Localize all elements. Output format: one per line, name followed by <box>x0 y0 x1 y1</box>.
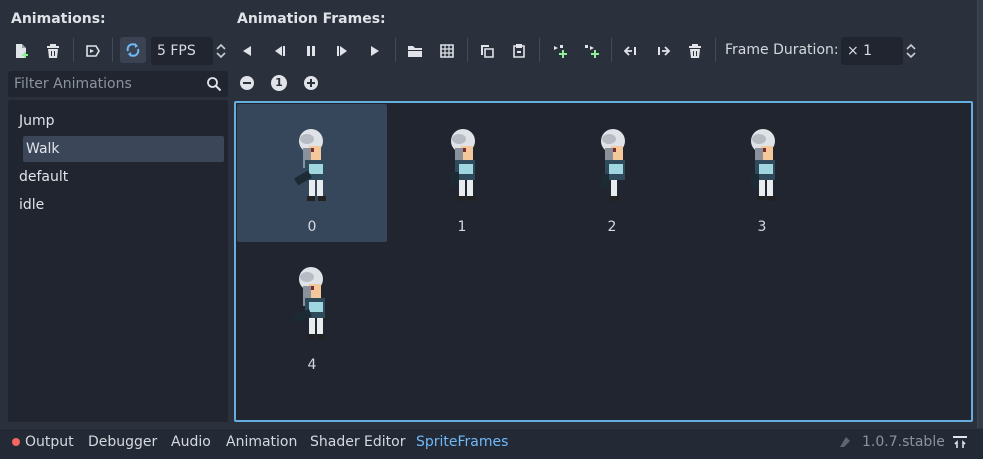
move-left-icon <box>623 46 636 56</box>
tab-audio[interactable]: Audio <box>171 434 211 450</box>
animation-item-jump[interactable]: Jump <box>16 108 217 134</box>
animation-item-idle[interactable]: idle <box>16 192 217 218</box>
grid-icon <box>440 44 454 58</box>
filter-placeholder: Filter Animations <box>14 76 132 92</box>
version-label: 1.0.7.stable <box>862 434 945 450</box>
frame-index: 0 <box>307 219 317 235</box>
insert-before-icon <box>554 45 567 58</box>
tab-output[interactable]: Output <box>25 434 74 450</box>
zoom-reset-button[interactable]: 1 <box>271 75 287 91</box>
toolbar-separator <box>611 38 612 62</box>
frame-duration-spinbox[interactable]: × 1 <box>841 37 903 65</box>
pause-icon <box>307 46 315 56</box>
frame-cell[interactable]: 0 <box>237 104 387 242</box>
tab-animation[interactable]: Animation <box>226 434 297 450</box>
animation-frames-heading: Animation Frames: <box>237 11 386 27</box>
search-icon <box>207 77 222 92</box>
insert-frame-after-button[interactable] <box>578 38 604 64</box>
toolbar-separator <box>112 38 113 62</box>
loop-toggle[interactable] <box>120 37 146 63</box>
frame-duration-label: Frame Duration: <box>725 42 839 58</box>
frame-index: 2 <box>607 219 617 235</box>
fps-value: 5 FPS <box>157 43 196 59</box>
animation-item-label: default <box>19 169 69 185</box>
move-frame-left-button[interactable] <box>618 38 644 64</box>
play-from-start-button[interactable] <box>330 38 356 64</box>
play-backwards-button[interactable] <box>234 38 260 64</box>
delete-frame-button[interactable] <box>682 38 708 64</box>
copy-icon <box>481 45 494 58</box>
tab-sprite-frames[interactable]: SpriteFrames <box>416 434 508 450</box>
animation-item-default[interactable]: default <box>16 164 217 190</box>
tab-debugger[interactable]: Debugger <box>88 434 157 450</box>
frame-cell[interactable]: 2 <box>537 104 687 242</box>
sprite-frame-thumbnail <box>294 129 326 201</box>
new-animation-button[interactable] <box>8 38 34 64</box>
load-from-sprite-sheet-button[interactable] <box>434 38 460 64</box>
frame-index: 3 <box>757 219 767 235</box>
animations-heading: Animations: <box>11 11 106 27</box>
fps-spinbox[interactable]: 5 FPS <box>151 37 213 65</box>
tab-shader-editor[interactable]: Shader Editor <box>310 434 405 450</box>
animation-item-label: Jump <box>19 113 55 129</box>
pin-panel-icon[interactable] <box>952 435 968 449</box>
load-frames-button[interactable] <box>402 38 428 64</box>
autoplay-icon <box>86 45 100 57</box>
toolbar-separator <box>73 38 74 62</box>
play-button[interactable] <box>362 38 388 64</box>
animation-item-walk[interactable]: Walk <box>23 136 224 162</box>
toolbar-separator <box>539 38 540 62</box>
copy-frame-button[interactable] <box>474 38 500 64</box>
pause-button[interactable] <box>298 38 324 64</box>
delete-animation-icon <box>47 44 59 58</box>
play-backwards-from-end-button[interactable] <box>266 38 292 64</box>
folder-icon <box>408 46 422 57</box>
toolbar-separator <box>467 38 468 62</box>
sprite-frame-thumbnail <box>451 129 476 201</box>
delete-animation-button[interactable] <box>40 38 66 64</box>
frame-cell[interactable]: 4 <box>237 242 387 380</box>
new-animation-icon <box>16 44 28 58</box>
paste-icon <box>513 44 525 58</box>
frame-duration-stepper-icon[interactable] <box>905 42 917 60</box>
zoom-in-icon[interactable] <box>303 75 319 91</box>
paste-frame-button[interactable] <box>506 38 532 64</box>
move-frame-right-button[interactable] <box>650 38 676 64</box>
insert-frame-before-button[interactable] <box>546 38 572 64</box>
play-from-start-icon <box>337 46 347 56</box>
sprite-frame-thumbnail <box>292 267 326 339</box>
animation-item-label: idle <box>19 197 45 213</box>
sprite-frame-thumbnail <box>751 129 776 201</box>
frame-index: 4 <box>307 357 317 373</box>
fps-stepper-icon[interactable] <box>215 42 227 60</box>
toolbar-separator <box>715 38 716 62</box>
insert-after-icon <box>585 45 599 58</box>
update-spinner-icon <box>840 437 850 447</box>
move-right-icon <box>658 46 671 56</box>
delete-frame-icon <box>689 44 701 58</box>
error-indicator-icon <box>12 438 20 446</box>
frame-cell[interactable]: 1 <box>387 104 537 242</box>
toolbar-separator <box>395 38 396 62</box>
frame-duration-value: × 1 <box>847 43 873 59</box>
loop-icon <box>126 43 140 57</box>
autoplay-button[interactable] <box>80 38 106 64</box>
animation-item-label: Walk <box>26 141 60 157</box>
play-backwards-icon <box>243 46 251 56</box>
zoom-out-icon[interactable] <box>239 75 255 91</box>
frame-index: 1 <box>457 219 467 235</box>
play-icon <box>371 46 379 56</box>
filter-animations-input[interactable]: Filter Animations <box>8 71 228 97</box>
frame-cell[interactable]: 3 <box>687 104 837 242</box>
sprite-frame-thumbnail <box>601 129 625 201</box>
play-backwards-from-end-icon <box>275 46 285 56</box>
